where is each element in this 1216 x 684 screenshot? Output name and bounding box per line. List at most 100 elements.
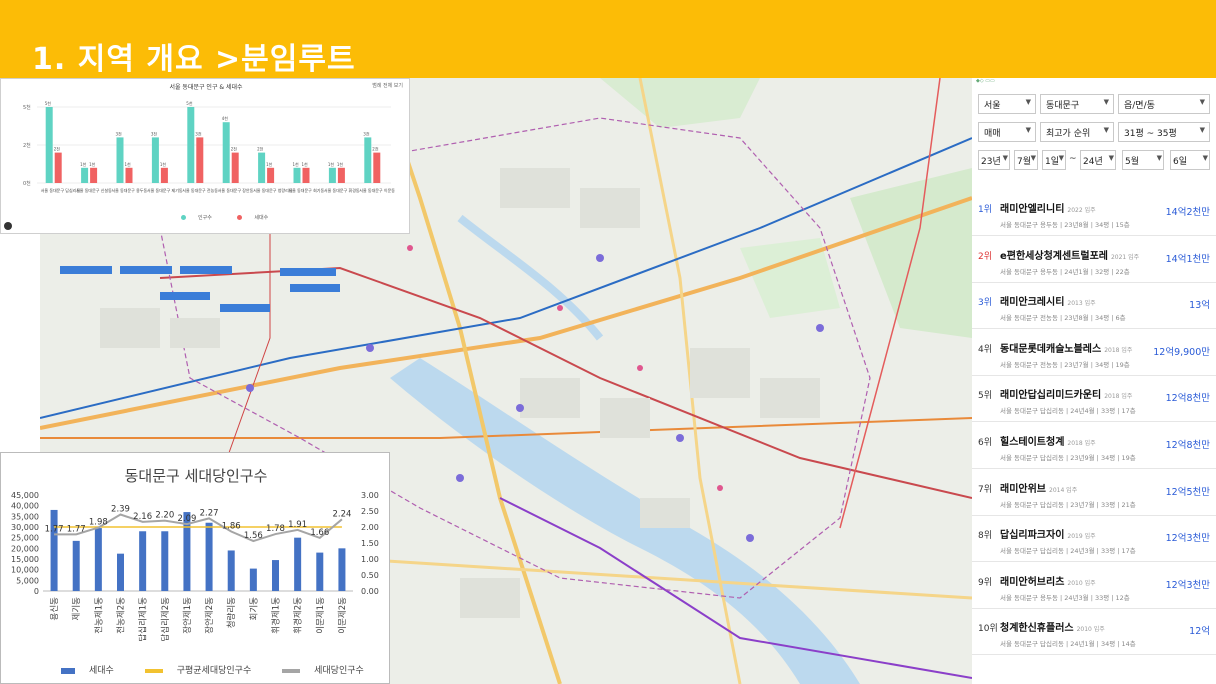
to-year-select[interactable]: 24년 ▼ [1080,150,1116,170]
population-chart-panel: 서울 동대문구 인구 & 세대수 범례 전체 보기 5천 2천 0천 5천 2천 서울 동… [0,78,410,234]
household-bar[interactable] [227,550,235,591]
household-bar[interactable] [205,522,213,591]
to-day-select[interactable]: 6일 ▼ [1170,150,1210,170]
household-bar[interactable] [316,552,324,591]
pop-bar[interactable] [81,167,89,183]
y-right-tick: 3.00 [361,491,379,500]
district-select[interactable]: 동대문구 ▼ [1040,94,1114,114]
pop-bar[interactable] [364,137,372,183]
pop-x-label: 서울 동대문구 회기동 [289,187,325,193]
map-location-icon[interactable] [4,222,12,230]
pop-bar[interactable] [222,122,230,183]
per-household-data-label: 1.86 [222,521,241,531]
hh-bar[interactable] [267,167,275,183]
price-ranking-panel: ◆◇ ▭▭ 서울 ▼ 동대문구 ▼ 읍/면/동 ▼ 매매 ▼ 최고가 순위 ▼ 31평 ~… [972,78,1216,684]
deal-type-select[interactable]: 매매 ▼ [978,122,1036,142]
household-bar[interactable] [161,531,169,591]
rank-number: 7위 [978,484,993,495]
apartment-name[interactable]: 래미안허브리츠 2010 입주 [1000,573,1096,588]
from-day-select[interactable]: 1일 ▼ [1042,150,1066,170]
pop-bar[interactable] [187,107,195,183]
pop-bar[interactable] [45,107,53,183]
size-select[interactable]: 31평 ~ 35평 ▼ [1118,122,1210,142]
household-bar[interactable] [139,531,147,591]
chevron-down-icon: ▼ [1058,154,1064,162]
household-bar[interactable] [272,560,279,591]
pop-bar[interactable] [116,137,124,183]
deal-details: 서울 동대문구 답십리동 | 24년1월 | 34평 | 14층 [1000,640,1136,649]
pop-bar-label: 2천 [257,146,264,152]
deal-details: 서울 동대문구 전농동 | 23년8월 | 34평 | 6층 [1000,314,1126,323]
ranking-row[interactable]: 7위 래미안위브 2014 입주 서울 동대문구 답십리동 | 23년7월 | 33평… [972,470,1216,516]
apartment-name[interactable]: 래미안답십리미드카운티 2018 입주 [1000,386,1132,401]
move-in-year: 2010 입주 [1076,626,1105,634]
apartment-name-text: 동대문롯데캐슬노블레스 [1000,343,1102,355]
pop-bar[interactable] [258,152,266,183]
to-month-select[interactable]: 5월 ▼ [1122,150,1164,170]
from-day-value: 1일 [1045,157,1060,167]
per-household-data-label: 2.27 [200,508,219,518]
ranking-row[interactable]: 4위 동대문롯데캐슬노블레스 2018 입주 서울 동대문구 전농동 | 23년7월 … [972,330,1216,376]
household-bar[interactable] [117,553,124,591]
apartment-name[interactable]: 동대문롯데캐슬노블레스 2018 입주 [1000,340,1132,355]
deal-price: 12억9,900만 [1153,346,1210,358]
apartment-name-text: 래미안크레시티 [1000,297,1065,309]
legend-toggle-link[interactable]: 범례 전체 보기 [372,82,403,89]
apartment-name[interactable]: 래미안위브 2014 입주 [1000,480,1077,495]
hh-bar[interactable] [125,167,133,183]
household-bar[interactable] [249,568,257,591]
town-select[interactable]: 읍/면/동 ▼ [1118,94,1210,114]
ranking-row[interactable]: 10위 청계한신휴플러스 2010 입주 서울 동대문구 답십리동 | 24년1월 |… [972,609,1216,656]
pop-x-label: 서울 동대문구 이문동 [359,187,395,193]
ranking-row[interactable]: 2위 e편한세상청계센트럴포레 2021 입주 서울 동대문구 용두동 | 24년1월… [972,237,1216,283]
hh-bar[interactable] [231,152,239,183]
apartment-name-text: 힐스테이트청계 [1000,437,1065,448]
to-day-value: 6일 [1173,157,1188,167]
apartment-name[interactable]: 래미안크레시티 2013 입주 [1000,293,1096,308]
household-bar[interactable] [338,548,346,591]
household-bar[interactable] [294,537,302,591]
apartment-name[interactable]: 힐스테이트청계 2018 입주 [1000,433,1096,448]
pop-x-label: 서울 동대문구 신설동 [76,187,112,193]
hh-bar[interactable] [196,137,204,183]
ranking-row[interactable]: 1위 래미안엘리니티 2022 입주 서울 동대문구 용두동 | 23년8월 | 34… [972,190,1216,236]
district-select-value: 동대문구 [1046,101,1080,111]
city-select[interactable]: 서울 ▼ [978,94,1036,114]
household-chart-legend: 세대수 구평균세대당인구수 세대당인구수 [61,663,392,676]
ranking-row[interactable]: 3위 래미안크레시티 2013 입주 서울 동대문구 전농동 | 23년8월 | 34… [972,283,1216,330]
deal-details: 서울 동대문구 용두동 | 24년3월 | 33평 | 12층 [1000,593,1130,602]
rank-number: 8위 [978,531,993,542]
rank-number: 5위 [978,391,993,402]
ranking-row[interactable]: 9위 래미안허브리츠 2010 입주 서울 동대문구 용두동 | 24년3월 | 33… [972,563,1216,609]
chevron-down-icon: ▼ [1103,126,1109,134]
from-month-select[interactable]: 7월 ▼ [1014,150,1038,170]
apartment-name[interactable]: 청계한신휴플러스 2010 입주 [1000,619,1105,634]
hh-bar[interactable] [302,167,310,183]
from-year-select[interactable]: 23년 ▼ [978,150,1010,170]
apartment-name[interactable]: e편한세상청계센트럴포레 2021 입주 [1000,247,1139,262]
household-bar[interactable] [50,509,58,591]
apartment-name[interactable]: 답십리파크자이 2019 입주 [1000,526,1096,541]
hh-bar[interactable] [160,167,168,183]
pop-bar[interactable] [293,167,301,183]
move-in-year: 2021 입주 [1110,253,1140,261]
ranking-row[interactable]: 6위 힐스테이트청계 2018 입주 서울 동대문구 답십리동 | 23년9월 | 3… [972,423,1216,469]
pop-bar-label: 5천 [45,100,52,106]
deal-price: 12억3천만 [1165,579,1210,591]
household-bar[interactable] [72,540,80,591]
hh-bar[interactable] [90,167,98,183]
sort-select[interactable]: 최고가 순위 ▼ [1040,122,1114,142]
y-right-tick: 1.50 [361,539,379,548]
chevron-down-icon: ▼ [1199,126,1205,134]
hh-bar[interactable] [337,167,345,183]
ranking-row[interactable]: 8위 답십리파크자이 2019 입주 서울 동대문구 답십리동 | 24년3월 | 3… [972,516,1216,563]
move-in-year: 2014 입주 [1049,486,1078,494]
pop-bar[interactable] [328,167,336,183]
pop-bar[interactable] [151,137,159,183]
hh-bar[interactable] [54,152,62,183]
hh-bar[interactable] [373,152,381,183]
apartment-name[interactable]: 래미안엘리니티 2022 입주 [1000,200,1096,215]
household-bar[interactable] [94,528,102,591]
apartment-name-text: 래미안엘리니티 [1000,204,1065,215]
ranking-row[interactable]: 5위 래미안답십리미드카운티 2018 입주 서울 동대문구 답십리동 | 24년4월… [972,376,1216,423]
